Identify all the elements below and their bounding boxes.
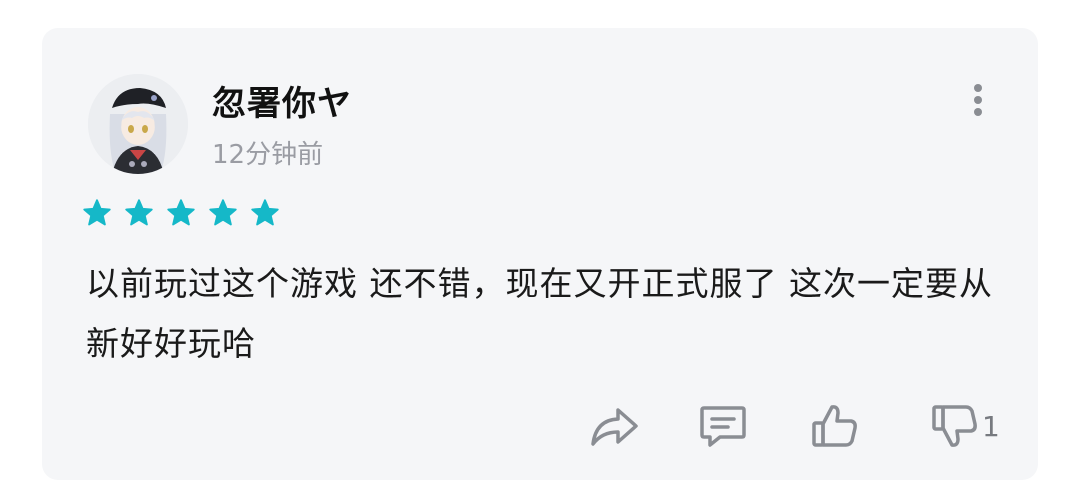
share-arrow-icon bbox=[591, 408, 638, 446]
star-icon bbox=[251, 199, 279, 226]
dislike-button[interactable]: 1 bbox=[930, 398, 1000, 454]
review-text: 以前玩过这个游戏 还不错，现在又开正式服了 这次一定要从新好好玩哈 bbox=[86, 264, 993, 363]
more-options-icon[interactable] bbox=[964, 80, 992, 120]
thumbs-down-icon bbox=[932, 405, 977, 447]
avatar-image bbox=[88, 74, 188, 174]
username[interactable]: ⁢忽署你ヤ bbox=[212, 76, 352, 125]
avatar[interactable] bbox=[88, 74, 188, 174]
action-bar: 1 bbox=[588, 398, 1008, 454]
star-icon bbox=[83, 199, 111, 226]
comment-icon bbox=[700, 406, 746, 447]
share-button[interactable] bbox=[588, 398, 640, 454]
review-card: ⁢忽署你ヤ 12分钟前 以前玩过这个游戏 还不错，现在又开正式服了 这次一定要从… bbox=[42, 28, 1038, 480]
timestamp: 12分钟前 bbox=[212, 140, 324, 170]
star-icon bbox=[209, 199, 237, 226]
like-button[interactable] bbox=[810, 398, 860, 454]
star-icon bbox=[167, 199, 195, 226]
comment-button[interactable] bbox=[698, 398, 748, 454]
star-rating bbox=[82, 198, 280, 228]
thumbs-up-icon bbox=[812, 405, 857, 447]
star-icon bbox=[125, 199, 153, 226]
dislike-count: 1 bbox=[982, 409, 1000, 443]
